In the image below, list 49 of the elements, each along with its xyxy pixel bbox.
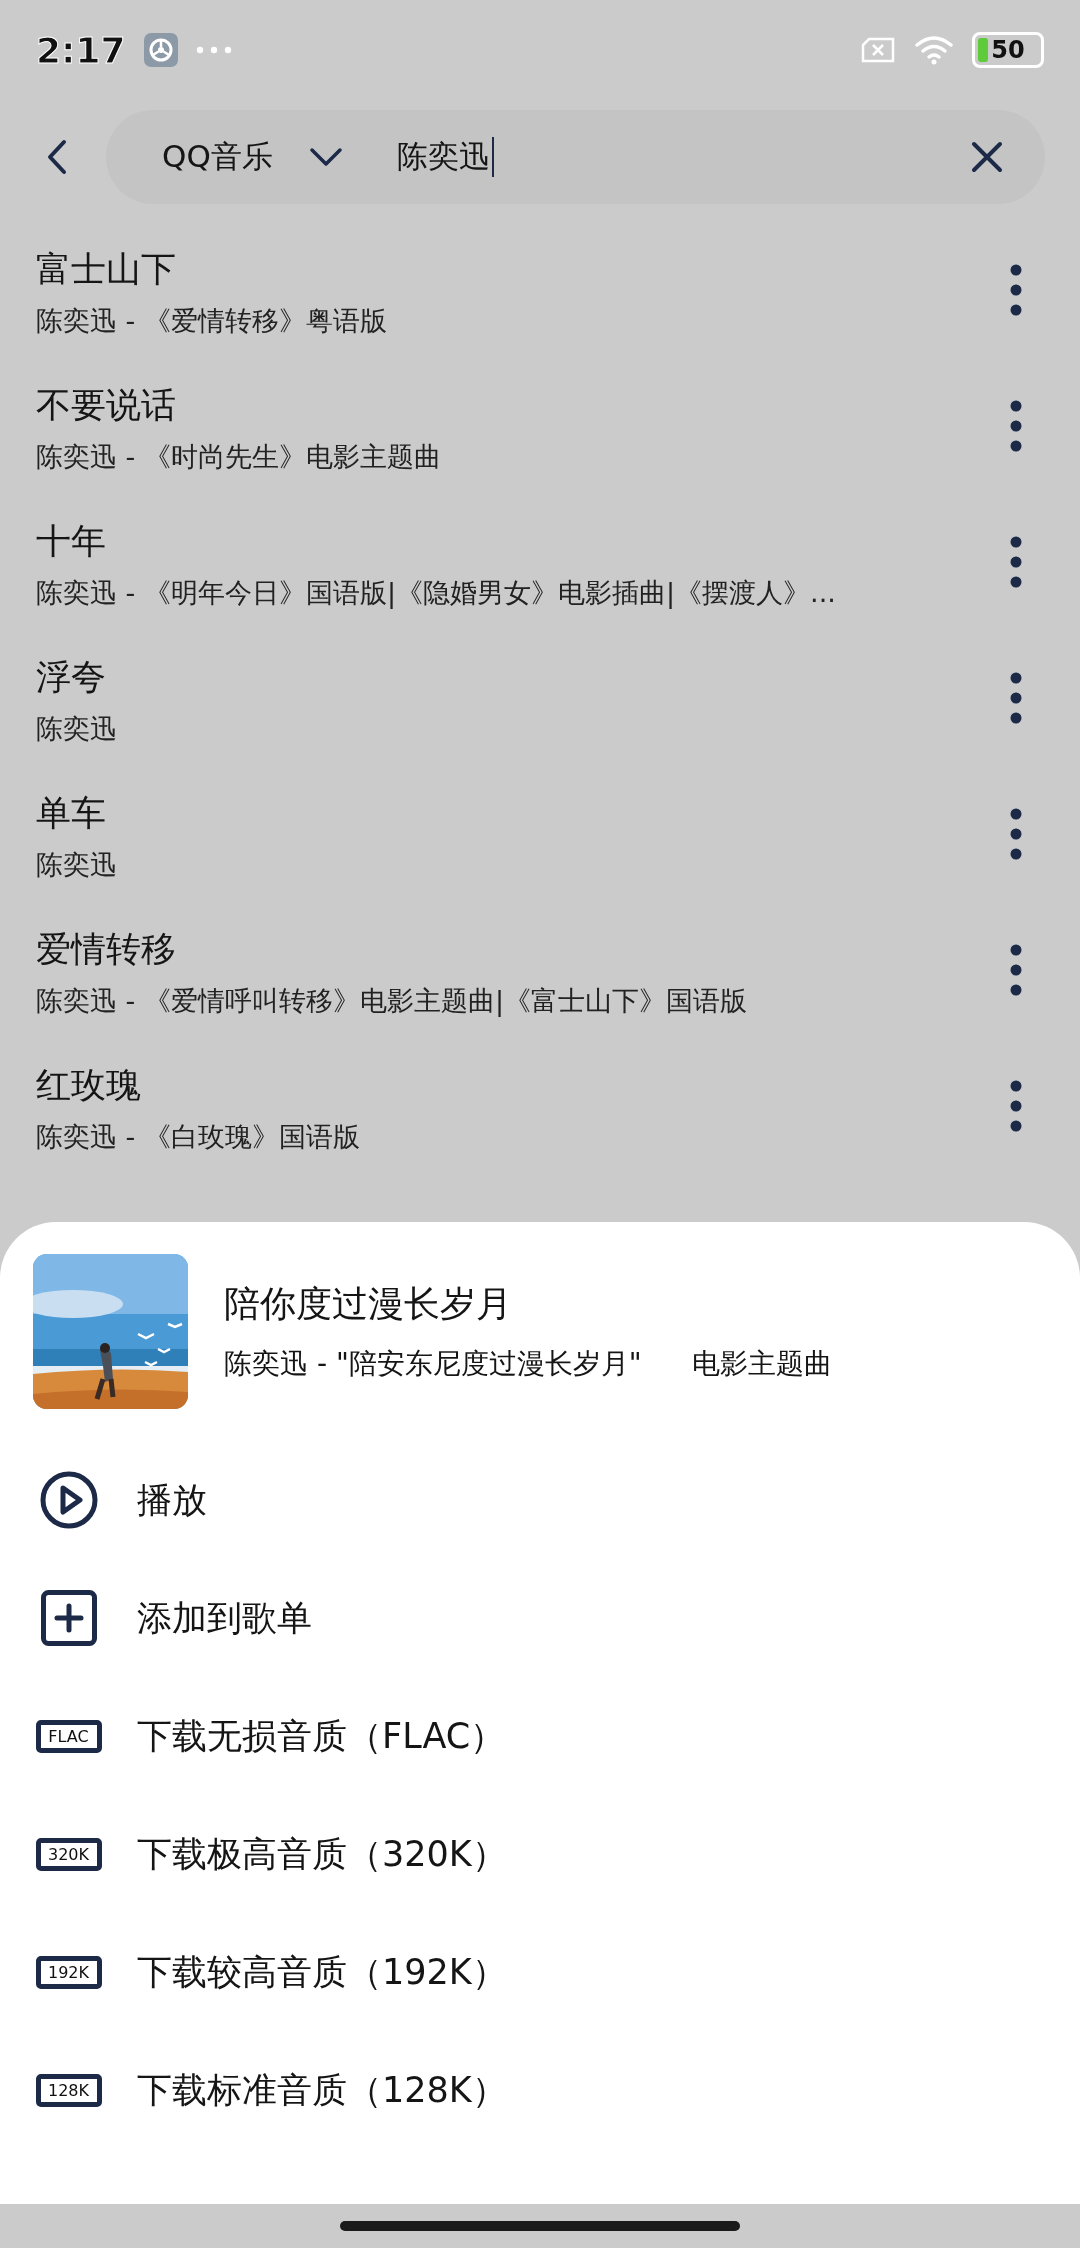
song-subtitle: 陈奕迅 — [36, 712, 118, 746]
more-dots-icon — [195, 46, 232, 54]
song-title: 陪你度过漫长岁月 — [224, 1282, 513, 1326]
more-options-icon[interactable] — [1010, 808, 1022, 860]
song-note: 电影主题曲 — [691, 1346, 832, 1382]
menu-item[interactable]: 播放 — [137, 1476, 207, 1524]
menu-item[interactable]: 下载无损音质（FLAC） — [137, 1712, 506, 1760]
no-sim-icon — [860, 37, 896, 63]
song-title[interactable]: 单车 — [36, 790, 1010, 837]
more-options-icon[interactable] — [1010, 536, 1022, 588]
song-title[interactable]: 不要说话 — [36, 382, 1010, 429]
more-options-icon[interactable] — [1010, 672, 1022, 724]
source-selector[interactable]: QQ音乐 — [162, 136, 273, 178]
back-icon[interactable] — [46, 139, 68, 175]
menu-item[interactable]: 添加到歌单 — [137, 1594, 312, 1642]
song-subtitle: 陈奕迅 — [36, 848, 118, 882]
song-title[interactable]: 十年 — [36, 518, 1010, 565]
song-subtitle: 陈奕迅 - 《爱情转移》粤语版 — [36, 304, 388, 338]
play-icon — [39, 1471, 98, 1529]
wifi-icon — [914, 35, 954, 65]
add-icon — [40, 1590, 97, 1646]
song-title[interactable]: 爱情转移 — [36, 926, 1010, 973]
more-options-icon[interactable] — [1010, 264, 1022, 316]
more-options-icon[interactable] — [1010, 1080, 1022, 1132]
quality-badge: 192K — [35, 1955, 102, 1989]
status-time: 2:17 — [36, 29, 126, 71]
song-title[interactable]: 富士山下 — [36, 246, 1010, 293]
more-options-icon[interactable] — [1010, 944, 1022, 996]
song-subtitle: 陈奕迅 - 《爱情呼叫转移》电影主题曲|《富士山下》国语版 — [36, 984, 748, 1019]
quality-badge: FLAC — [35, 1719, 102, 1753]
song-subtitle: 陈奕迅 - 《白玫瑰》国语版 — [36, 1120, 361, 1154]
song-artist: 陈奕迅 - "陪安东尼度过漫长岁月" — [224, 1346, 642, 1382]
settings-icon — [143, 33, 178, 67]
search-field[interactable]: QQ音乐 陈奕迅 — [106, 110, 1045, 204]
menu-item[interactable]: 下载标准音质（128K） — [137, 2066, 507, 2114]
song-title[interactable]: 浮夸 — [36, 654, 1010, 701]
quality-badge: 128K — [35, 2073, 102, 2107]
dropdown-chevron-icon[interactable] — [308, 147, 343, 167]
menu-item[interactable]: 下载极高音质（320K） — [137, 1830, 507, 1878]
text-cursor — [491, 137, 494, 177]
song-subtitle: 陈奕迅 - 《时尚先生》电影主题曲 — [36, 440, 442, 474]
menu-item[interactable]: 下载较高音质（192K） — [137, 1948, 507, 1996]
song-title[interactable]: 红玫瑰 — [36, 1062, 1010, 1109]
search-query: 陈奕迅 — [396, 137, 490, 176]
quality-badge: 320K — [35, 1837, 102, 1871]
song-subtitle: 陈奕迅 - 《明年今日》国语版|《隐婚男女》电影插曲|《摆渡人》... — [36, 576, 837, 611]
more-options-icon[interactable] — [1010, 400, 1022, 452]
battery-indicator: 50 — [972, 32, 1044, 68]
close-icon[interactable] — [971, 141, 1003, 173]
